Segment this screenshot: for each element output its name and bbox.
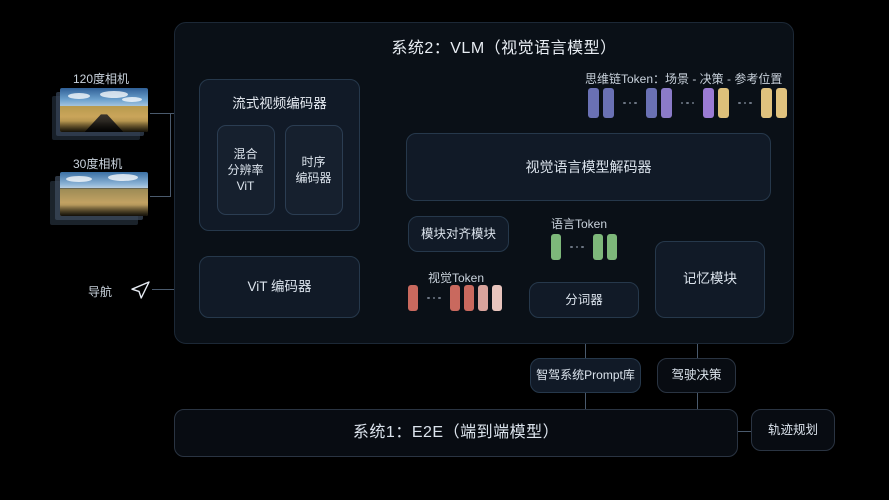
temporal-encoder-line1: 时序: [301, 155, 326, 170]
visual-token-strip: [408, 285, 502, 311]
token-block: [491, 285, 502, 311]
token-ellipsis: [676, 101, 700, 105]
line-cam30-horizontal: [150, 196, 170, 197]
cot-token-strip: [588, 88, 787, 118]
diagram-canvas: 系统2：VLM（视觉语言模型） 流式视频编码器 混合 分辨率 ViT 时序 编码…: [0, 0, 889, 500]
vlm-decoder-box[interactable]: 视觉语言模型解码器: [406, 133, 771, 201]
mixed-resolution-vit-line2: 分辨率: [227, 163, 264, 178]
token-block: [603, 88, 614, 118]
token-block: [660, 88, 672, 118]
system2-title: 系统2：VLM（视觉语言模型）: [391, 40, 617, 57]
line-cam30-vertical: [170, 113, 171, 197]
line-driving-decision-to-system1: [697, 393, 698, 409]
driving-decision-label: 驾驶决策: [671, 368, 722, 383]
camera-120-label: 120度相机: [73, 72, 130, 86]
camera-30-image: [60, 172, 148, 216]
memory-module-box[interactable]: 记忆模块: [655, 241, 765, 318]
align-module-label: 模块对齐模块: [420, 226, 496, 241]
system1-panel[interactable]: 系统1：E2E（端到端模型）: [174, 409, 738, 457]
visual-token-label: 视觉Token: [428, 271, 485, 285]
cot-token-label: 思维链Token：场景 - 决策 - 参考位置: [585, 72, 783, 86]
vit-encoder-label: ViT 编码器: [247, 278, 312, 294]
token-ellipsis: [422, 296, 446, 300]
line-panel-to-driving-decision: [697, 344, 698, 358]
tokenizer-label: 分词器: [565, 292, 603, 307]
token-block: [645, 88, 657, 118]
token-ellipsis: [733, 101, 757, 105]
language-token-label: 语言Token: [551, 217, 608, 231]
prompt-library-label: 智驾系统Prompt库: [536, 368, 635, 383]
align-module-box[interactable]: 模块对齐模块: [408, 216, 509, 252]
token-block: [477, 285, 488, 311]
navigation-label: 导航: [88, 285, 113, 299]
token-block: [760, 88, 772, 118]
trajectory-planning-box[interactable]: 轨迹规划: [751, 409, 835, 451]
mixed-resolution-vit-line3: ViT: [236, 179, 255, 194]
line-panel-to-prompt-lib: [585, 344, 586, 358]
token-block: [463, 285, 474, 311]
driving-decision-box[interactable]: 驾驶决策: [657, 358, 736, 393]
token-block: [592, 234, 603, 260]
vit-encoder-box[interactable]: ViT 编码器: [199, 256, 360, 318]
camera-120-thumbnail: [52, 88, 148, 140]
token-block: [408, 285, 418, 311]
token-block: [449, 285, 460, 311]
system1-title: 系统1：E2E（端到端模型）: [352, 424, 560, 442]
navigation-arrow-icon: [128, 278, 152, 302]
memory-module-label: 记忆模块: [683, 271, 737, 287]
camera-30-thumbnail: [50, 172, 148, 225]
line-system1-to-trajectory: [738, 431, 751, 432]
token-block: [775, 88, 787, 118]
token-ellipsis: [565, 245, 589, 249]
token-block: [703, 88, 714, 118]
token-block: [718, 88, 729, 118]
token-block: [588, 88, 599, 118]
token-block: [551, 234, 561, 260]
mixed-resolution-vit-line1: 混合: [233, 146, 258, 161]
temporal-encoder-line2: 编码器: [295, 171, 332, 186]
language-token-strip: [551, 234, 617, 260]
token-ellipsis: [618, 101, 642, 105]
camera-120-image: [60, 88, 148, 132]
temporal-encoder-box[interactable]: 时序 编码器: [284, 125, 343, 216]
token-block: [606, 234, 617, 260]
prompt-library-box[interactable]: 智驾系统Prompt库: [530, 358, 641, 393]
mixed-resolution-vit-box[interactable]: 混合 分辨率 ViT: [216, 125, 275, 216]
vlm-decoder-label: 视觉语言模型解码器: [525, 158, 652, 175]
streaming-video-encoder-label: 流式视频编码器: [232, 96, 327, 111]
trajectory-planning-label: 轨迹规划: [767, 422, 818, 437]
camera-30-label: 30度相机: [73, 157, 123, 171]
line-prompt-lib-to-system1: [585, 393, 586, 409]
tokenizer-box[interactable]: 分词器: [529, 282, 639, 318]
streaming-video-encoder-box[interactable]: 流式视频编码器 混合 分辨率 ViT 时序 编码器: [199, 79, 360, 231]
